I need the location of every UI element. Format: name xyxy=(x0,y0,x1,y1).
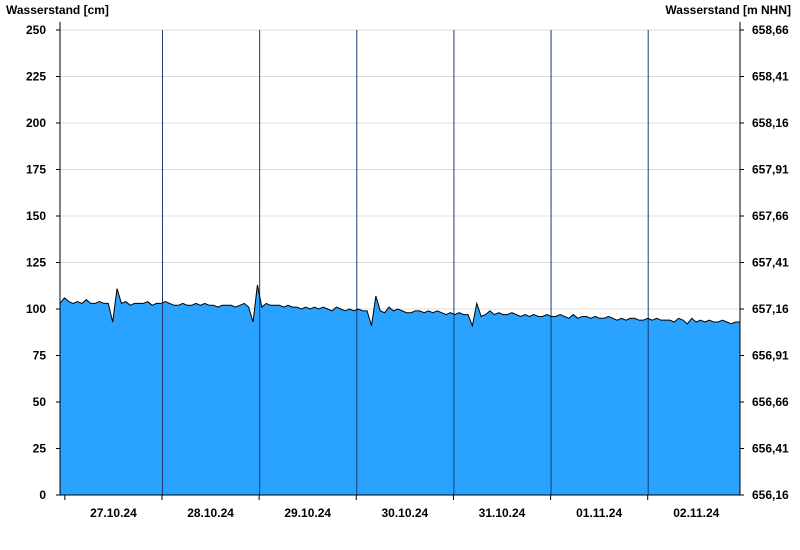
left-tick-label: 175 xyxy=(26,163,46,177)
right-tick-label: 658,41 xyxy=(752,70,789,84)
left-tick-label: 250 xyxy=(26,23,46,37)
right-tick-label: 658,66 xyxy=(752,23,789,37)
left-tick-label: 225 xyxy=(26,70,46,84)
x-tick-label: 30.10.24 xyxy=(381,506,428,520)
x-tick-label: 02.11.24 xyxy=(673,506,719,520)
x-tick-label: 27.10.24 xyxy=(90,506,137,520)
right-tick-label: 656,91 xyxy=(752,349,789,363)
left-tick-label: 0 xyxy=(39,488,46,502)
right-tick-label: 656,16 xyxy=(752,488,789,502)
left-axis-title: Wasserstand [cm] xyxy=(6,3,109,17)
x-tick-label: 29.10.24 xyxy=(284,506,331,520)
left-tick-label: 75 xyxy=(33,349,47,363)
left-tick-label: 150 xyxy=(26,209,46,223)
right-tick-label: 657,66 xyxy=(752,209,789,223)
right-tick-label: 656,41 xyxy=(752,442,789,456)
right-tick-label: 658,16 xyxy=(752,116,789,130)
right-tick-label: 657,16 xyxy=(752,302,789,316)
x-tick-label: 01.11.24 xyxy=(576,506,622,520)
left-tick-label: 50 xyxy=(33,395,47,409)
left-tick-label: 25 xyxy=(33,442,47,456)
right-tick-label: 657,91 xyxy=(752,163,789,177)
left-tick-label: 200 xyxy=(26,116,46,130)
right-axis-title: Wasserstand [m NHN] xyxy=(665,3,791,17)
right-tick-label: 656,66 xyxy=(752,395,789,409)
x-tick-label: 28.10.24 xyxy=(187,506,234,520)
x-tick-label: 31.10.24 xyxy=(479,506,526,520)
right-tick-label: 657,41 xyxy=(752,256,789,270)
left-tick-label: 100 xyxy=(26,302,46,316)
water-level-chart: 0 25 50 75 100 125 150 175 200 225 250 656,16 656,4… xyxy=(0,0,800,550)
left-tick-label: 125 xyxy=(26,256,46,270)
